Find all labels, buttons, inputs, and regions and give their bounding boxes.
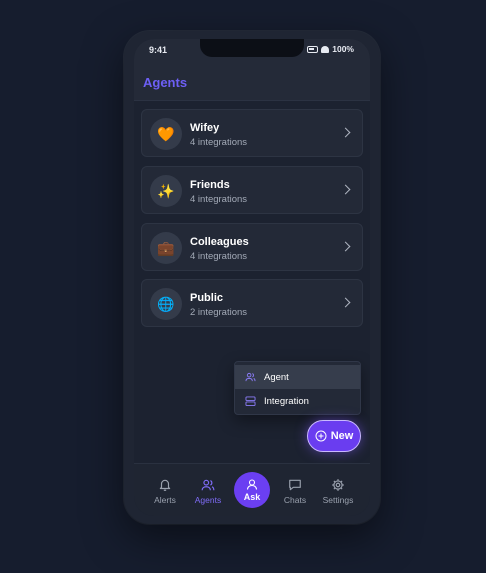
bell-icon: [159, 479, 171, 491]
tab-agents[interactable]: Agents: [186, 478, 230, 505]
tab-chats[interactable]: Chats: [273, 478, 317, 505]
agent-name: Friends: [190, 179, 230, 191]
agent-card-colleagues[interactable]: 💼 Colleagues 4 integrations: [141, 223, 363, 271]
tab-label: Agents: [194, 495, 222, 505]
battery-icon: [307, 45, 319, 53]
status-indicators: 100%: [307, 44, 354, 54]
new-item-menu: Agent Integration: [234, 361, 361, 415]
menu-item-integration[interactable]: Integration: [235, 389, 360, 413]
ask-button[interactable]: Ask: [234, 472, 270, 508]
users-icon: [245, 372, 256, 382]
menu-item-label: Integration: [264, 395, 309, 407]
agent-integrations: 2 integrations: [190, 307, 248, 318]
menu-item-agent[interactable]: Agent: [235, 365, 360, 389]
agent-name: Colleagues: [190, 236, 249, 248]
page-title: Agents: [143, 75, 188, 90]
orange-heart-icon: 🧡: [150, 118, 182, 150]
sparkles-icon: ✨: [150, 175, 182, 207]
briefcase-icon: 💼: [150, 232, 182, 264]
globe-icon: 🌐: [150, 288, 182, 320]
menu-item-label: Agent: [264, 371, 289, 383]
tab-label: Settings: [322, 495, 354, 505]
chevron-right-icon: [340, 184, 351, 195]
status-bar: 9:41 100%: [134, 39, 370, 61]
chevron-right-icon: [340, 297, 351, 308]
chevron-right-icon: [340, 241, 351, 252]
bottom-tab-bar: Alerts Agents Ask Chats Settings: [134, 463, 370, 516]
agent-integrations: 4 integrations: [190, 251, 248, 262]
agent-integrations: 4 integrations: [190, 194, 248, 205]
notch: [200, 39, 304, 57]
phone-frame: 9:41 100% Agents 🧡 Wifey 4 integrations …: [124, 31, 380, 524]
chat-icon: [289, 479, 301, 491]
new-button[interactable]: New: [307, 420, 361, 452]
gear-icon: [332, 479, 344, 491]
battery-percent: 100%: [332, 44, 354, 54]
users-icon: [201, 479, 215, 491]
agent-card-wifey[interactable]: 🧡 Wifey 4 integrations: [141, 109, 363, 157]
tab-label: Alerts: [154, 495, 176, 505]
chevron-right-icon: [340, 127, 351, 138]
agent-name: Public: [190, 292, 224, 304]
plus-circle-icon: [315, 430, 327, 442]
tab-alerts[interactable]: Alerts: [143, 478, 187, 505]
user-icon: [246, 479, 258, 490]
new-button-label: New: [330, 430, 354, 442]
tab-label: Chats: [283, 495, 307, 505]
app-screen: 9:41 100% Agents 🧡 Wifey 4 integrations …: [134, 39, 370, 516]
tab-settings[interactable]: Settings: [316, 478, 360, 505]
server-icon: [245, 396, 256, 406]
agent-card-friends[interactable]: ✨ Friends 4 integrations: [141, 166, 363, 214]
agent-name: Wifey: [190, 122, 220, 134]
agent-card-public[interactable]: 🌐 Public 2 integrations: [141, 279, 363, 327]
agent-integrations: 4 integrations: [190, 137, 248, 148]
header: Agents: [134, 61, 370, 101]
ask-label: Ask: [243, 492, 261, 502]
signal-icon: [321, 45, 330, 53]
status-time: 9:41: [149, 45, 168, 55]
